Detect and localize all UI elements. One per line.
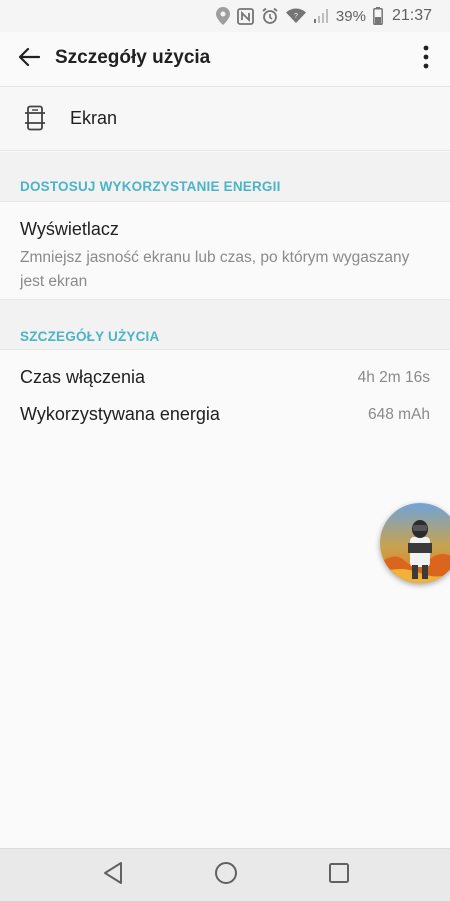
section-header-optimize: DOSTOSUJ WYKORZYSTANIE ENERGII: [0, 152, 450, 202]
detail-value: 648 mAh: [367, 406, 430, 423]
more-vert-icon: [423, 45, 429, 74]
preference-summary: Zmniejsz jasność ekranu lub czas, po któ…: [20, 249, 410, 290]
alarm-icon: [261, 7, 279, 25]
section-header-label: SZCZEGÓŁY UŻYCIA: [20, 329, 160, 344]
nav-recents-button[interactable]: [325, 861, 353, 889]
arrow-back-icon: [18, 47, 41, 72]
wifi-icon: ?: [285, 8, 306, 24]
svg-text:?: ?: [294, 13, 298, 20]
location-icon: [215, 7, 230, 25]
nav-back-button[interactable]: [99, 861, 127, 889]
back-button[interactable]: [12, 42, 46, 76]
status-bar: ? 39% 21:37: [0, 0, 450, 32]
section-header-label: DOSTOSUJ WYKORZYSTANIE ENERGII: [20, 179, 281, 194]
app-bar: Szczegóły użycia: [0, 32, 450, 87]
detail-row-energy-used: Wykorzystywana energia 648 mAh: [0, 398, 450, 434]
nfc-icon: [237, 7, 254, 25]
nav-home-icon: [214, 861, 238, 890]
overflow-menu-button[interactable]: [412, 42, 440, 76]
detail-value: 4h 2m 16s: [357, 369, 430, 386]
detail-label: Wykorzystywana energia: [20, 404, 220, 424]
floating-game-bubble[interactable]: [380, 503, 450, 583]
app-name: Ekran: [70, 108, 118, 128]
status-time: 21:37: [391, 7, 432, 24]
app-header-row: Ekran: [0, 87, 450, 151]
nav-back-icon: [102, 861, 124, 890]
detail-row-screen-on-time: Czas włączenia 4h 2m 16s: [0, 361, 450, 397]
display-preference[interactable]: Wyświetlacz Zmniejsz jasność ekranu lub …: [0, 203, 450, 300]
battery-icon: [373, 7, 383, 25]
screen-icon: [24, 105, 46, 136]
detail-label: Czas włączenia: [20, 367, 146, 387]
preference-title: Wyświetlacz: [20, 219, 119, 239]
nav-home-button[interactable]: [212, 861, 240, 889]
navigation-bar: [0, 848, 450, 901]
section-header-details: SZCZEGÓŁY UŻYCIA: [0, 300, 450, 350]
page-title: Szczegóły użycia: [55, 47, 211, 68]
game-character-icon: [380, 503, 450, 583]
battery-percent: 39%: [335, 7, 366, 25]
nav-recents-icon: [328, 862, 350, 889]
signal-icon: [313, 8, 329, 24]
